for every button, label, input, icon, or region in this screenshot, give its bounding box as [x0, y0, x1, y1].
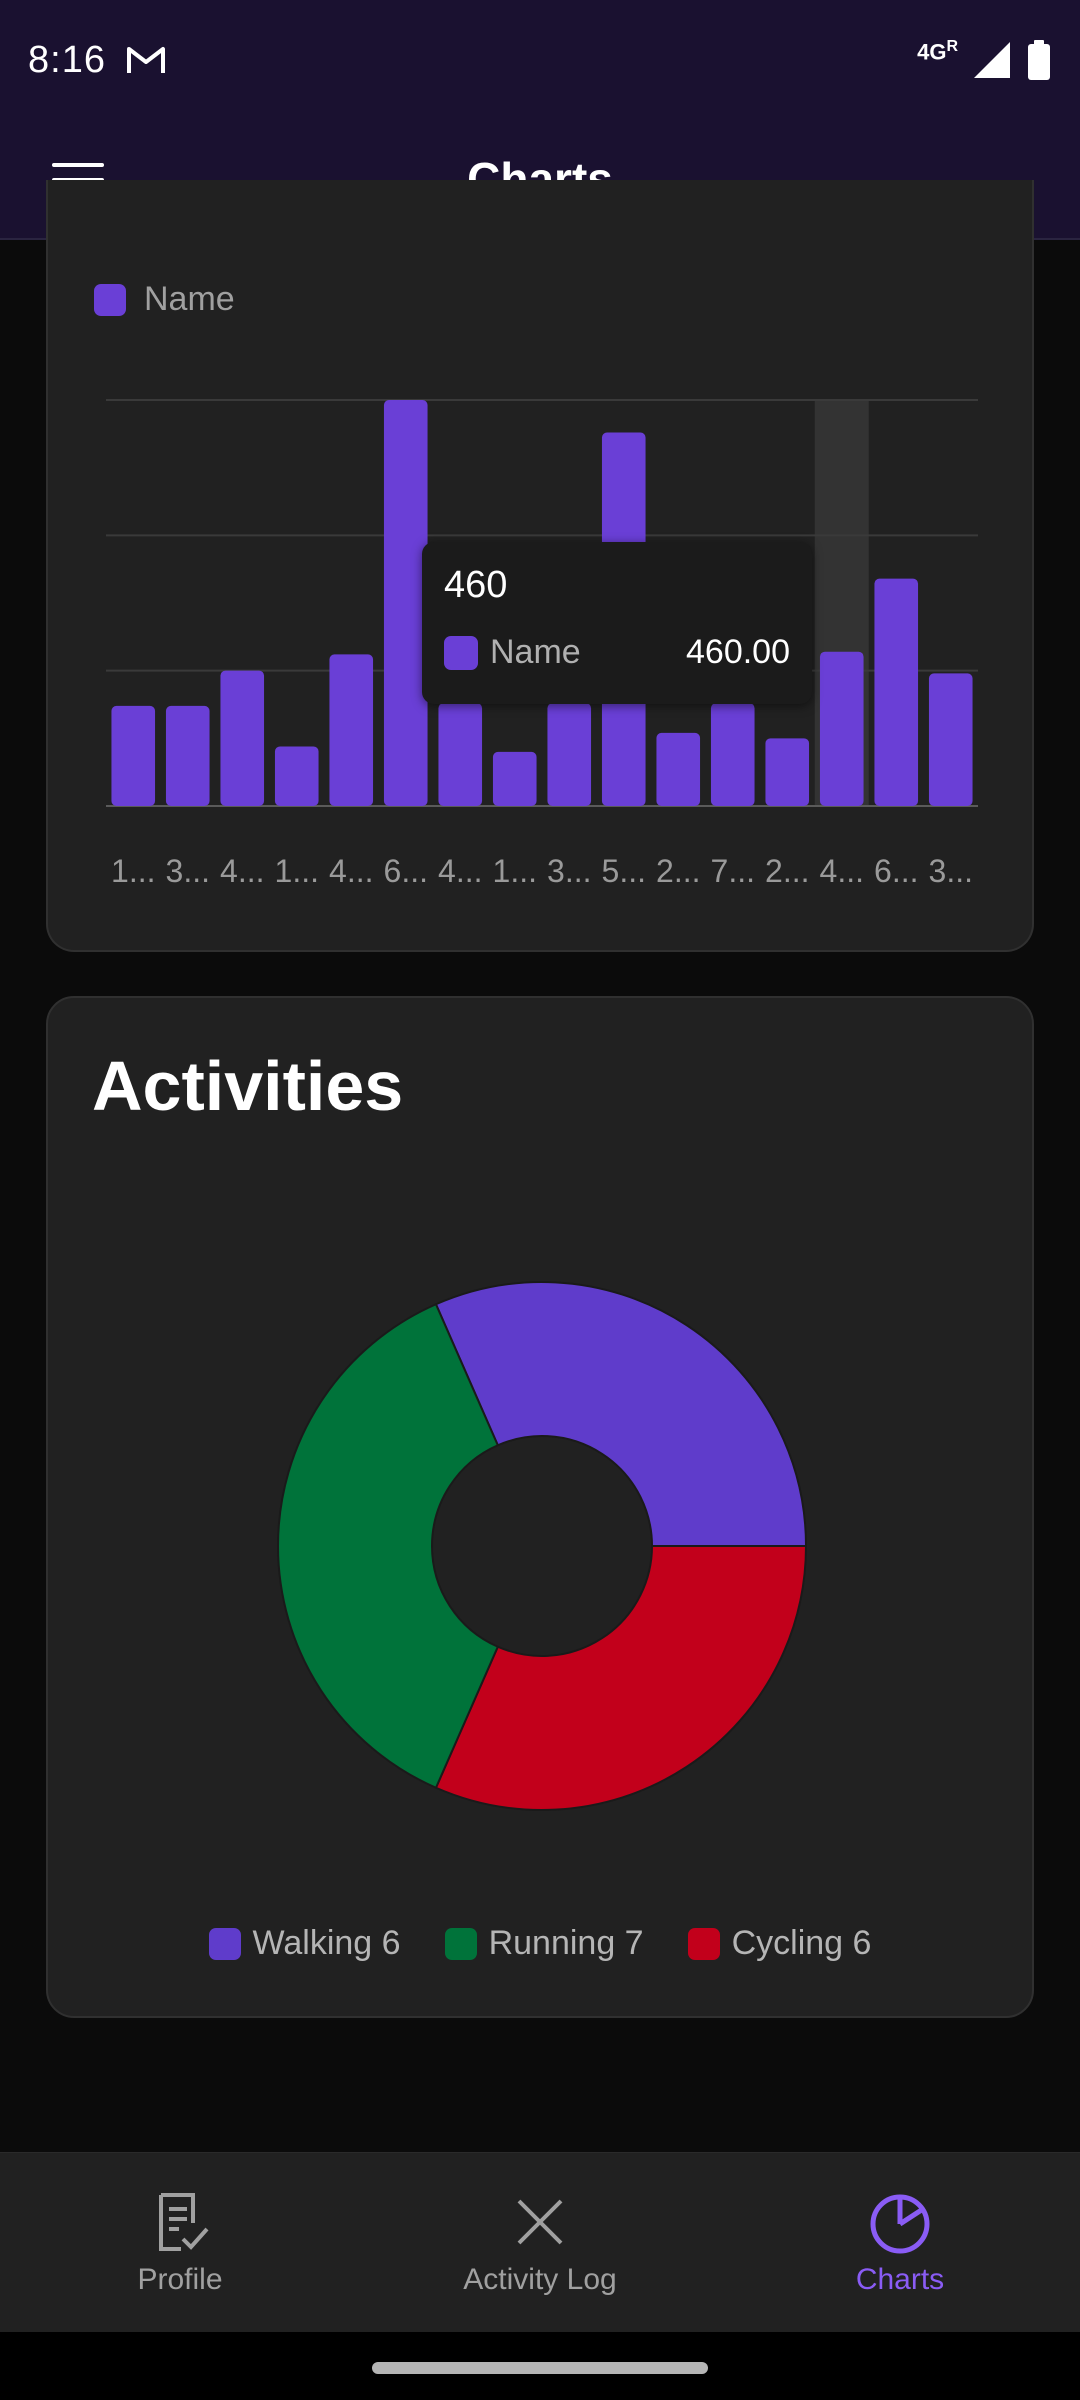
- activities-donut-chart[interactable]: [48, 998, 1036, 2020]
- legend-label-cycling: Cycling 6: [731, 1924, 872, 1962]
- bar-12: [765, 738, 810, 806]
- slice-running: [277, 1302, 500, 1790]
- bar-7: [492, 751, 537, 806]
- status-time: 8:16: [28, 38, 106, 81]
- signal-icon: [974, 42, 1010, 78]
- roaming-indicator: R: [946, 38, 958, 56]
- x-tick-label: 4...: [438, 853, 482, 889]
- x-tick-label: 1...: [493, 853, 537, 889]
- chart-tooltip: 460 Name 460.00: [422, 542, 812, 704]
- nav-label-profile: Profile: [137, 2262, 223, 2296]
- network-label: 4GR: [917, 38, 958, 65]
- x-tick-label: 1...: [111, 853, 155, 889]
- network-type: 4G: [917, 39, 947, 65]
- home-gesture-bar[interactable]: [372, 2362, 708, 2374]
- tooltip-row: Name 460.00: [444, 633, 790, 672]
- bar-15: [928, 673, 973, 806]
- charts-screen: 8:16 4GR Charts Name 1... 3... 4... 1...…: [0, 0, 1080, 2400]
- pie-chart-icon: [870, 2194, 930, 2253]
- slice-cycling: [434, 1545, 808, 1811]
- menu-icon-line: [52, 163, 104, 167]
- tooltip-series-name: Name: [490, 633, 581, 671]
- bar-4: [329, 654, 374, 806]
- nav-charts[interactable]: Charts: [720, 2153, 1080, 2332]
- bar-2: [220, 670, 265, 806]
- bar-14: [874, 578, 919, 806]
- bar-3: [274, 746, 319, 806]
- battery-icon: [1028, 40, 1050, 80]
- legend-item-running[interactable]: Running 7: [444, 1924, 644, 1963]
- bottom-navigation: Profile Activity Log Charts: [0, 2152, 1080, 2332]
- activities-legend: Walking 6 Running 7 Cycling 6: [48, 1924, 1032, 1963]
- x-tick-label: 2...: [765, 853, 809, 889]
- x-tick-label: 1...: [275, 853, 319, 889]
- status-bar: 8:16 4GR: [0, 0, 1080, 120]
- legend-label-walking: Walking 6: [252, 1924, 401, 1962]
- nav-label-activity-log: Activity Log: [463, 2262, 617, 2296]
- x-tick-label: 3...: [929, 853, 973, 889]
- legend-label-running: Running 7: [488, 1924, 644, 1962]
- legend-swatch-walking: [208, 1927, 241, 1960]
- x-tick-label: 4...: [220, 853, 264, 889]
- x-tick-label: 3...: [547, 853, 591, 889]
- gmail-icon: [126, 47, 165, 73]
- legend-item-walking[interactable]: Walking 6: [208, 1924, 401, 1963]
- bar-0: [111, 705, 156, 806]
- tooltip-swatch: [444, 635, 478, 670]
- bar-10: [656, 732, 701, 806]
- profile-icon: [159, 2192, 209, 2251]
- x-tick-label: 2...: [656, 853, 700, 889]
- gesture-area: [0, 2332, 1080, 2400]
- x-tick-label: 4...: [820, 853, 864, 889]
- bar-13: [819, 651, 864, 806]
- close-x-icon: [517, 2199, 563, 2244]
- tooltip-title: 460: [444, 564, 508, 606]
- legend-item-cycling[interactable]: Cycling 6: [687, 1924, 872, 1963]
- x-tick-label: 6...: [384, 853, 428, 889]
- bar-8: [547, 703, 592, 806]
- slice-walking: [434, 1281, 808, 1547]
- bar-11: [710, 703, 755, 806]
- x-tick-label: 6...: [874, 853, 918, 889]
- activities-card: Activities Walking 6 Running 7 Cycling 6: [46, 996, 1034, 2018]
- x-tick-label: 5...: [602, 853, 646, 889]
- nav-activity-log[interactable]: Activity Log: [360, 2153, 720, 2332]
- x-tick-label: 7...: [711, 853, 755, 889]
- bar-1: [165, 705, 210, 806]
- bar-5: [383, 400, 428, 806]
- bar-6: [438, 703, 483, 806]
- status-right: 4GR: [917, 38, 1052, 80]
- x-tick-label: 4...: [329, 853, 373, 889]
- bar-chart-card: Name 1... 3... 4... 1... 4... 6... 4... 1... 3..…: [46, 180, 1034, 952]
- x-tick-label: 3...: [166, 853, 210, 889]
- legend-swatch-cycling: [687, 1927, 720, 1960]
- status-left: 8:16: [28, 39, 166, 82]
- legend-swatch-running: [444, 1927, 477, 1960]
- nav-profile[interactable]: Profile: [0, 2153, 360, 2332]
- tooltip-value: 460.00: [686, 633, 790, 671]
- nav-label-charts: Charts: [855, 2262, 945, 2296]
